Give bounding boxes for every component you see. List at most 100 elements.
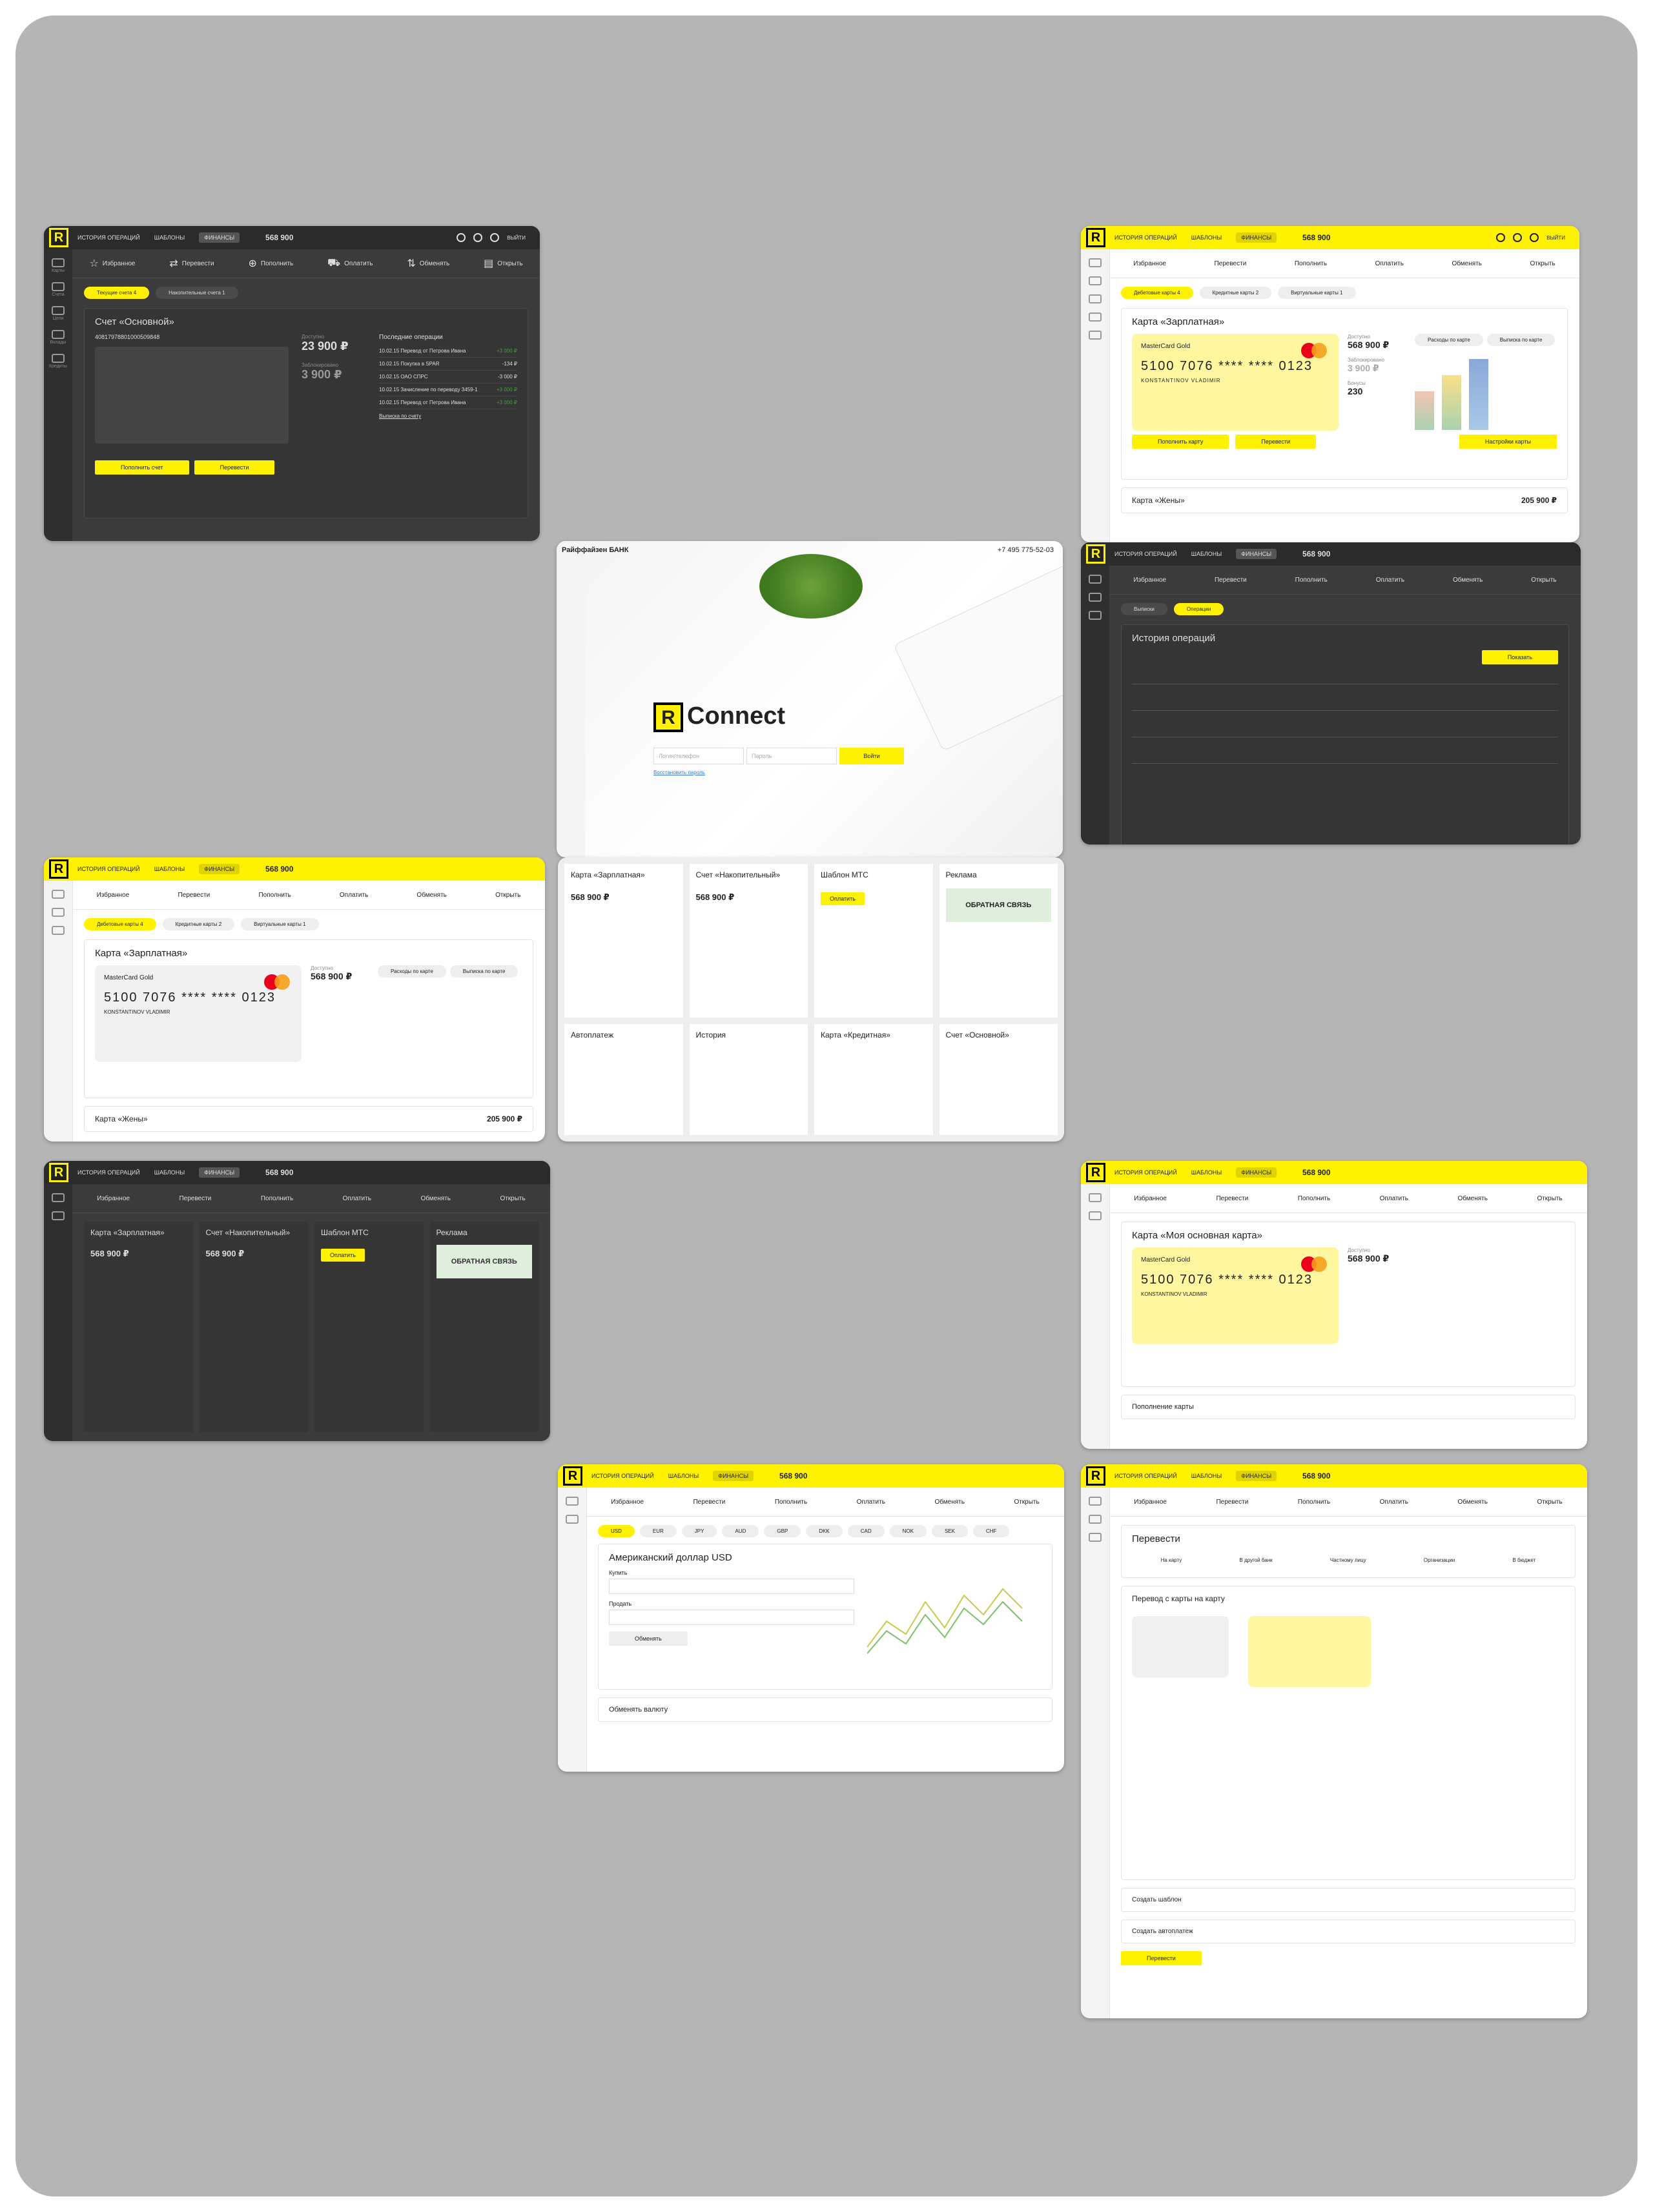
widget-card[interactable]: Карта «Зарплатная» 568 900 ₽: [564, 864, 683, 1018]
nav-finances[interactable]: ФИНАНСЫ: [713, 1471, 754, 1481]
topup-button[interactable]: Пополнить: [1298, 1195, 1330, 1202]
tab-virtual[interactable]: Виртуальные карты 1: [1278, 287, 1356, 299]
exchange-button[interactable]: Обменять: [1457, 1499, 1487, 1506]
nav-templates[interactable]: ШАБЛОНЫ: [154, 234, 185, 241]
transfer-budget[interactable]: В бюджет: [1512, 1557, 1535, 1563]
buy-input[interactable]: [609, 1579, 854, 1594]
credit-card-visual[interactable]: MasterCard Gold 5100 7076 **** **** 0123…: [1132, 334, 1339, 431]
nav-templates[interactable]: ШАБЛОНЫ: [668, 1473, 699, 1479]
transfer-card-button[interactable]: Перевести: [1235, 435, 1317, 449]
open-button[interactable]: Открыть: [1530, 260, 1555, 267]
open-button[interactable]: ▤ Открыть: [484, 257, 522, 270]
pay-button[interactable]: Оплатить: [1375, 260, 1404, 267]
tab-savings-accounts[interactable]: Накопительные счета 1: [156, 287, 238, 299]
cards-icon[interactable]: [1089, 575, 1102, 584]
search-icon[interactable]: [457, 233, 466, 242]
topup-button[interactable]: Пополнить: [1298, 1499, 1330, 1506]
open-button[interactable]: Открыть: [500, 1195, 525, 1202]
exchange-button[interactable]: Обменять: [934, 1499, 964, 1506]
create-autopay-row[interactable]: Создать автоплатеж: [1121, 1920, 1576, 1943]
transfer-button[interactable]: Перевести: [1215, 577, 1247, 584]
currency-tab[interactable]: CAD: [847, 1525, 885, 1537]
exchange-button[interactable]: Обменять: [1452, 260, 1481, 267]
transfer-button[interactable]: Перевести: [1214, 260, 1246, 267]
gear-icon[interactable]: [490, 233, 500, 242]
nav-history[interactable]: ИСТОРИЯ ОПЕРАЦИЙ: [591, 1473, 654, 1479]
open-button[interactable]: Открыть: [1014, 1499, 1039, 1506]
transfer-other-bank[interactable]: В другой банк: [1239, 1557, 1272, 1563]
favorites-button[interactable]: Избранное: [1134, 1499, 1167, 1506]
pay-button[interactable]: Оплатить: [1380, 1195, 1408, 1202]
password-input[interactable]: Пароль: [746, 748, 837, 764]
cards-icon[interactable]: [52, 1193, 65, 1202]
nav-templates[interactable]: ШАБЛОНЫ: [1191, 1473, 1222, 1479]
transfer-button[interactable]: Перевести: [178, 892, 210, 899]
nav-finances[interactable]: ФИНАНСЫ: [199, 1167, 240, 1178]
currency-tab[interactable]: EUR: [639, 1525, 677, 1537]
nav-history[interactable]: ИСТОРИЯ ОПЕРАЦИЙ: [77, 866, 140, 872]
currency-tab[interactable]: AUD: [722, 1525, 759, 1537]
favorites-button[interactable]: Избранное: [97, 1195, 130, 1202]
statement-link[interactable]: Выписка по счету: [379, 413, 517, 419]
op-row[interactable]: 10.02.15 Перевод от Петрова Ивана +3 000 …: [379, 396, 517, 409]
widget-mts[interactable]: Шаблон МТС Оплатить: [814, 864, 933, 1018]
transfer-account-button[interactable]: Перевести: [194, 460, 275, 475]
create-template-row[interactable]: Создать шаблон: [1121, 1888, 1576, 1912]
cards-icon[interactable]: [52, 890, 65, 899]
nav-templates[interactable]: ШАБЛОНЫ: [1191, 551, 1222, 557]
open-button[interactable]: Открыть: [1537, 1195, 1562, 1202]
goals-icon[interactable]: [52, 306, 65, 315]
cards-icon[interactable]: [1089, 258, 1102, 267]
widget-account[interactable]: Счет «Накопительный» 568 900 ₽: [199, 1222, 308, 1432]
nav-templates[interactable]: ШАБЛОНЫ: [1191, 234, 1222, 241]
accounts-icon[interactable]: [1089, 1211, 1102, 1220]
ad-banner[interactable]: ОБРАТНАЯ СВЯЗЬ: [945, 888, 1051, 922]
topup-card-button[interactable]: Пополнить карту: [1132, 435, 1229, 449]
topup-button[interactable]: Пополнить: [258, 892, 291, 899]
transfer-to-card[interactable]: На карту: [1161, 1557, 1182, 1563]
goals-icon[interactable]: [1089, 1533, 1102, 1542]
pay-button[interactable]: Оплатить: [821, 892, 865, 905]
sell-input[interactable]: [609, 1610, 854, 1625]
nav-history[interactable]: ИСТОРИЯ ОПЕРАЦИЙ: [1114, 1169, 1177, 1176]
open-button[interactable]: Открыть: [1537, 1499, 1562, 1506]
nav-finances[interactable]: ФИНАНСЫ: [1236, 1167, 1277, 1178]
tab-statements[interactable]: Выписки: [1121, 603, 1167, 615]
open-button[interactable]: Открыть: [495, 892, 520, 899]
accounts-icon[interactable]: [1089, 593, 1102, 602]
widget-credit-card[interactable]: Карта «Кредитная»: [814, 1024, 933, 1135]
favorites-button[interactable]: Избранное: [1133, 260, 1166, 267]
wife-card-row[interactable]: Карта «Жены» 205 900 ₽: [84, 1106, 533, 1132]
credits-icon[interactable]: [1089, 331, 1102, 340]
accounts-icon[interactable]: [52, 282, 65, 291]
tab-virtual[interactable]: Виртуальные карты 1: [241, 918, 319, 930]
topup-button[interactable]: Пополнить: [775, 1499, 807, 1506]
widget-card[interactable]: Карта «Зарплатная» 568 900 ₽: [84, 1222, 193, 1432]
favorites-button[interactable]: ☆ Избранное: [89, 257, 135, 270]
nav-templates[interactable]: ШАБЛОНЫ: [154, 1169, 185, 1176]
tab-debit[interactable]: Дебетовые карты 4: [84, 918, 156, 930]
widget-ad[interactable]: Реклама ОБРАТНАЯ СВЯЗЬ: [939, 864, 1058, 1018]
op-row[interactable]: 10.02.15 Перевод от Петрова Ивана +3 000 …: [379, 345, 517, 358]
accounts-icon[interactable]: [1089, 1515, 1102, 1524]
tab-credit[interactable]: Кредитные карты 2: [162, 918, 235, 930]
tab-expenses[interactable]: Расходы по карте: [378, 965, 446, 978]
transfer-button[interactable]: Перевести: [179, 1195, 211, 1202]
transfer-button[interactable]: Перевести: [693, 1499, 725, 1506]
nav-finances[interactable]: ФИНАНСЫ: [1236, 232, 1277, 243]
nav-finances[interactable]: ФИНАНСЫ: [1236, 1471, 1277, 1481]
transfer-organization[interactable]: Организации: [1424, 1557, 1455, 1563]
tab-expenses[interactable]: Расходы по карте: [1415, 334, 1483, 346]
widget-mts[interactable]: Шаблон МТС Оплатить: [314, 1222, 424, 1432]
exchange-button[interactable]: Обменять: [420, 1195, 450, 1202]
widget-account[interactable]: Счет «Накопительный» 568 900 ₽: [689, 864, 808, 1018]
cards-icon[interactable]: [1089, 1497, 1102, 1506]
goals-icon[interactable]: [1089, 611, 1102, 620]
pay-button[interactable]: Оплатить: [340, 892, 368, 899]
nav-finances[interactable]: ФИНАНСЫ: [199, 864, 240, 874]
accounts-icon[interactable]: [52, 1211, 65, 1220]
pay-button[interactable]: Оплатить: [857, 1499, 885, 1506]
currency-tab[interactable]: DKK: [806, 1525, 843, 1537]
show-button[interactable]: Показать: [1481, 650, 1558, 664]
nav-history[interactable]: ИСТОРИЯ ОПЕРАЦИЙ: [77, 1169, 140, 1176]
